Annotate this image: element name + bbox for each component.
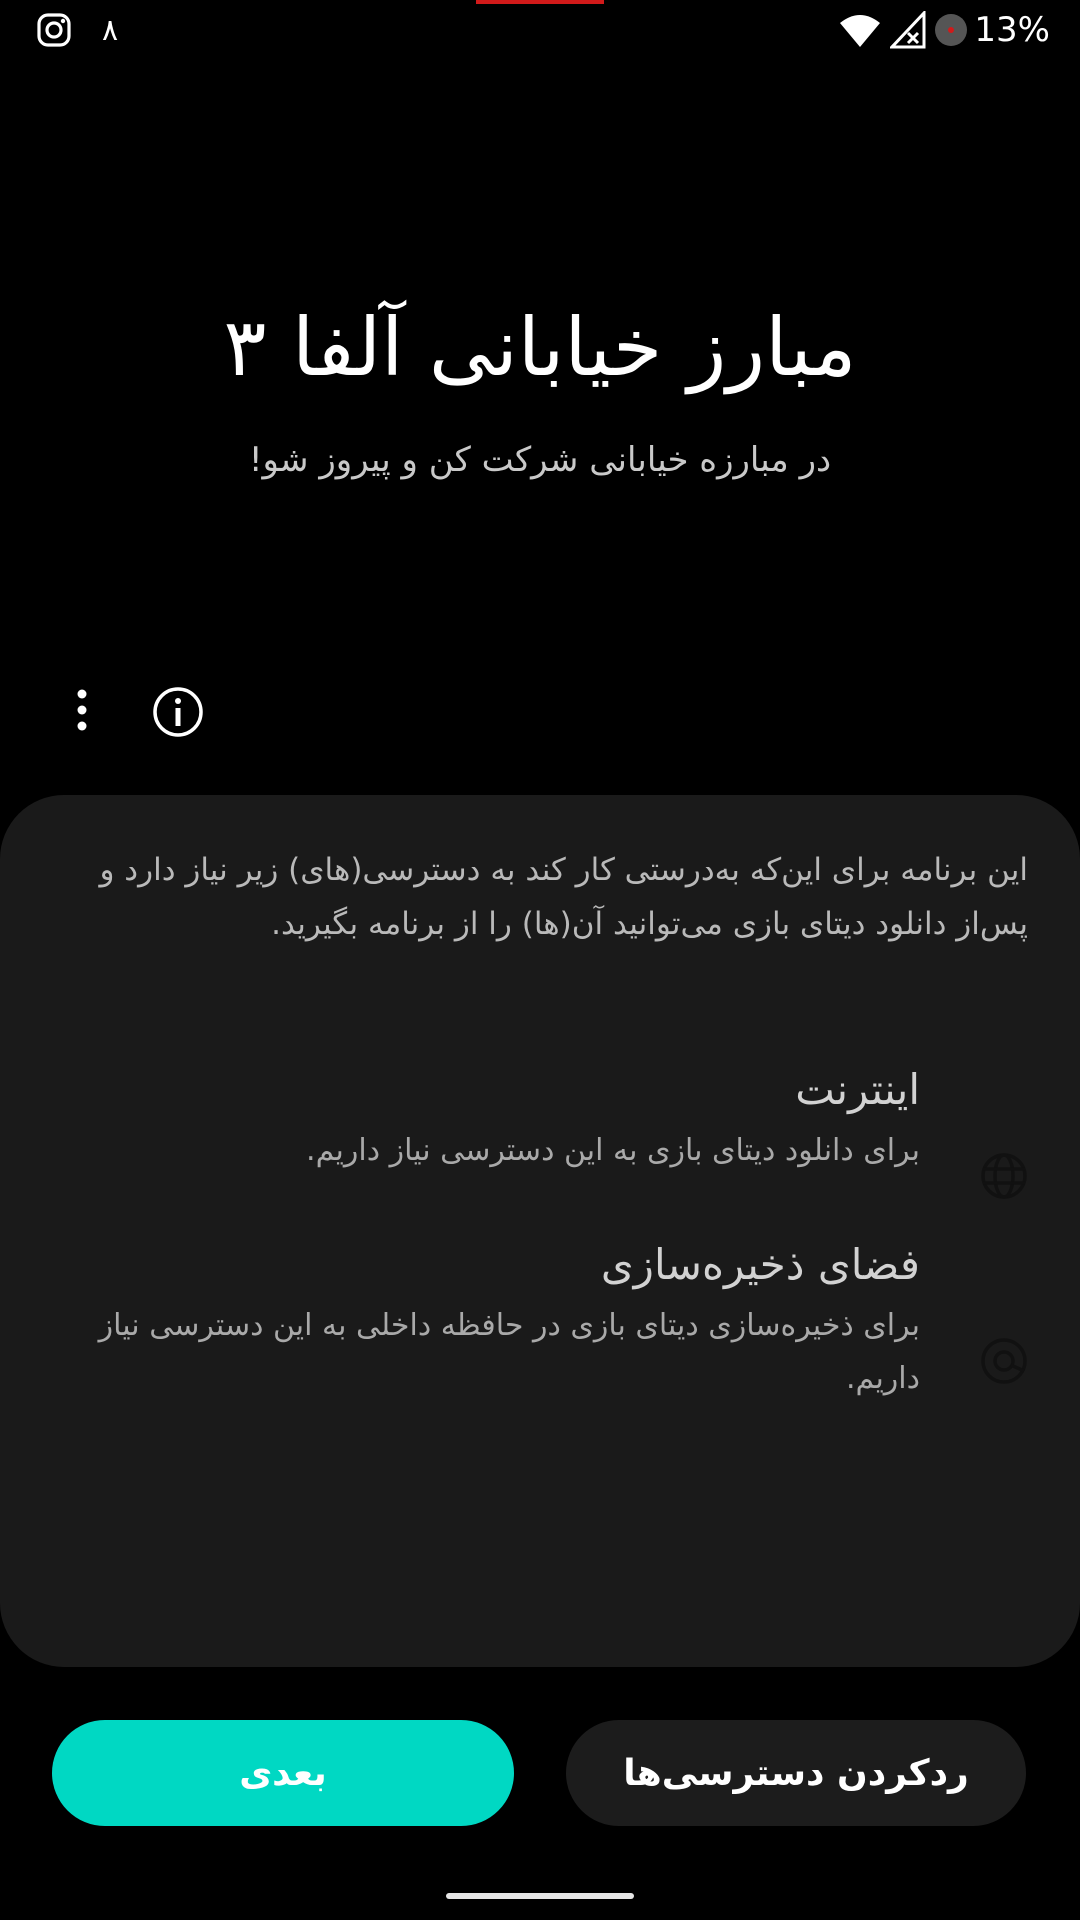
permissions-description: این برنامه برای این‌که به‌درستی کار کند …	[99, 852, 1028, 942]
permission-item-internet: اینترنت برای دانلود دیتای بازی به این دس…	[50, 1060, 1030, 1199]
battery-percent: 13%	[974, 10, 1050, 50]
notification-count: ۸	[102, 12, 119, 48]
permission-description: برای دانلود دیتای بازی به این دسترسی نیا…	[306, 1133, 920, 1168]
cellular-no-signal-icon	[890, 11, 926, 49]
next-button[interactable]: بعدی	[52, 1720, 514, 1826]
permission-item-storage: فضای ذخیره‌سازی برای ذخیره‌سازی دیتای با…	[50, 1235, 1030, 1405]
status-bar: ۸ 13%	[0, 0, 1080, 64]
permissions-card: این برنامه برای این‌که به‌درستی کار کند …	[0, 795, 1080, 1667]
app-subtitle: در مبارزه خیابانی شرکت کن و پیروز شو!	[248, 440, 832, 480]
more-options-button[interactable]	[58, 682, 106, 738]
permission-title: اینترنت	[795, 1065, 920, 1114]
permission-title: فضای ذخیره‌سازی	[600, 1240, 920, 1289]
more-vertical-icon	[77, 689, 87, 731]
deny-permissions-button[interactable]: ردکردن دسترسی‌ها	[566, 1720, 1026, 1826]
globe-icon	[978, 1150, 1030, 1202]
recording-dot-icon	[934, 13, 968, 47]
app-title: مبارز خیابانی آلفا ۳	[223, 301, 857, 394]
status-bar-left: ۸	[36, 12, 118, 48]
instagram-icon	[36, 12, 72, 48]
info-icon	[153, 687, 203, 737]
wifi-icon	[838, 11, 882, 49]
info-button[interactable]	[150, 684, 206, 740]
status-accent-line	[476, 0, 604, 4]
storage-icon	[978, 1335, 1030, 1387]
home-indicator[interactable]	[446, 1893, 634, 1899]
permission-description: برای ذخیره‌سازی دیتای بازی در حافظه داخل…	[98, 1308, 920, 1396]
status-bar-right: 13%	[838, 10, 1050, 50]
